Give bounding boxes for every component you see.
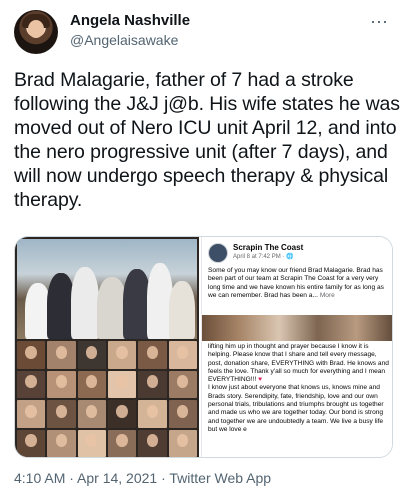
- author-handle[interactable]: @Angelaisawake: [70, 32, 178, 48]
- collage-tile: [77, 429, 106, 457]
- collage-tile: [108, 341, 137, 369]
- author-name[interactable]: Angela Nashville: [70, 12, 190, 29]
- collage-tile: [108, 400, 137, 428]
- collage-tile: [47, 370, 76, 398]
- more-options-icon[interactable]: ⋯: [370, 12, 389, 33]
- family-member: [71, 267, 99, 339]
- collage-tile: [138, 370, 167, 398]
- fb-more-link: More: [319, 291, 335, 299]
- fb-post-text-body: Some of you may know our friend Brad Mal…: [208, 267, 384, 299]
- fb-post-text: Some of you may know our friend Brad Mal…: [208, 267, 390, 300]
- collage-tile: [138, 341, 167, 369]
- fb-comment-text-b: I know just about everyone that knows us…: [208, 384, 384, 433]
- collage-tile: [17, 429, 46, 457]
- collage-grid: [17, 341, 197, 457]
- fb-page-avatar: [208, 243, 228, 263]
- fb-post-photo: [202, 315, 392, 341]
- collage-tile: [77, 341, 106, 369]
- fb-comment-text-a: lifting him up in thought and prayer bec…: [208, 343, 389, 384]
- collage-tile: [77, 370, 106, 398]
- family-photo: [17, 239, 197, 339]
- collage-tile: [47, 400, 76, 428]
- tweet-media[interactable]: Scrapin The Coast April 8 at 7:42 PM · 🌐…: [14, 236, 393, 458]
- fb-comment-text: lifting him up in thought and prayer bec…: [208, 343, 392, 434]
- tweet-card[interactable]: Angela Nashville @Angelaisawake ⋯ Brad M…: [0, 0, 407, 500]
- family-member: [169, 281, 195, 339]
- collage-tile: [47, 341, 76, 369]
- avatar-face: [28, 20, 44, 38]
- collage-tile: [138, 429, 167, 457]
- heart-icon: ♥: [258, 376, 263, 384]
- collage-tile: [17, 400, 46, 428]
- collage-tile: [108, 429, 137, 457]
- facebook-post-screenshot[interactable]: Scrapin The Coast April 8 at 7:42 PM · 🌐…: [201, 237, 392, 457]
- collage-tile: [17, 370, 46, 398]
- collage-tile: [47, 429, 76, 457]
- tweet-text: Brad Malagarie, father of 7 had a stroke…: [14, 69, 400, 211]
- collage-tile: [168, 429, 197, 457]
- fb-page-name: Scrapin The Coast: [233, 243, 304, 252]
- collage-tile: [138, 400, 167, 428]
- collage-tile: [168, 341, 197, 369]
- collage-tile: [77, 400, 106, 428]
- fb-post-date: April 8 at 7:42 PM · 🌐: [233, 254, 294, 260]
- collage-tile: [108, 370, 137, 398]
- collage-tile: [168, 370, 197, 398]
- author-avatar[interactable]: [14, 10, 58, 54]
- tweet-timestamp[interactable]: 4:10 AM · Apr 14, 2021 · Twitter Web App: [14, 470, 271, 486]
- collage-tile: [168, 400, 197, 428]
- photo-collage[interactable]: [15, 237, 199, 457]
- collage-tile: [17, 341, 46, 369]
